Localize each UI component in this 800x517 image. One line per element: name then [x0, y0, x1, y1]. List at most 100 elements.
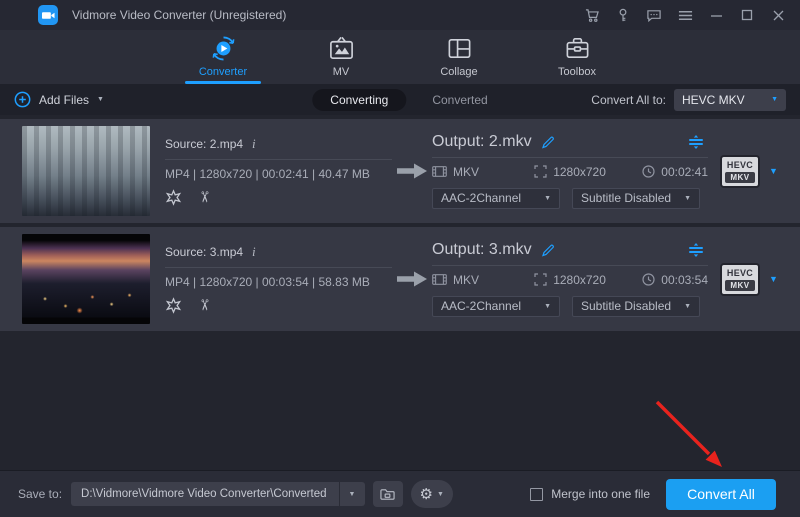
convert-direction-arrow-icon: [392, 162, 432, 180]
merge-checkbox[interactable]: [530, 487, 544, 501]
settings-caret-icon: ▼: [436, 490, 444, 498]
output-settings-icon[interactable]: [688, 134, 704, 149]
info-icon[interactable]: i: [252, 244, 256, 260]
convert-all-to-caret-icon: ▼: [771, 96, 778, 103]
duration-icon: [642, 165, 655, 178]
convert-all-to-select[interactable]: HEVC MKV ▼: [674, 88, 786, 111]
audio-caret-icon: ▼: [544, 302, 551, 310]
maximize-button[interactable]: [735, 4, 759, 26]
footer-bar: Save to: D:\Vidmore\Vidmore Video Conver…: [0, 470, 800, 517]
minimize-button[interactable]: [704, 4, 728, 26]
resolution-icon: [534, 273, 547, 286]
rename-icon[interactable]: [541, 135, 555, 149]
app-logo-icon: [38, 5, 58, 25]
convert-all-to-value: HEVC MKV: [682, 92, 745, 107]
resolution-icon: [534, 165, 547, 178]
add-files-label: Add Files: [39, 92, 90, 107]
cut-icon[interactable]: ✂: [195, 191, 213, 204]
divider: [165, 267, 392, 268]
output-resolution-1: 1280x720: [553, 164, 606, 179]
convert-all-to-label: Convert All to:: [591, 92, 666, 107]
cut-icon[interactable]: ✂: [195, 299, 213, 312]
tab-toolbox-label: Toolbox: [558, 66, 596, 78]
save-path-value: D:\Vidmore\Vidmore Video Converter\Conve…: [81, 488, 327, 500]
toolbar: Add Files ▼ Converting Converted Convert…: [0, 84, 800, 115]
collage-icon: [446, 35, 473, 62]
divider: [432, 264, 708, 266]
close-button[interactable]: [766, 4, 790, 26]
open-folder-button[interactable]: [372, 481, 403, 507]
feature-nav: Converter MV Collage Toolbox: [0, 30, 800, 84]
format-icon: [432, 166, 447, 177]
output-section-1: Output: 2.mkv MKV 1280x720 00:02:41 AAC-…: [432, 132, 708, 209]
file-row-1[interactable]: Source: 2.mp4 i MP4 | 1280x720 | 00:02:4…: [0, 119, 800, 223]
profile-caret-icon[interactable]: ▼: [769, 274, 778, 284]
tab-mv[interactable]: MV: [309, 35, 373, 84]
output-duration-1: 00:02:41: [661, 164, 708, 179]
output-filename-2: Output: 3.mkv: [432, 240, 532, 258]
divider: [432, 156, 708, 158]
tab-converter[interactable]: Converter: [185, 35, 261, 84]
tab-mv-label: MV: [332, 66, 350, 78]
tab-collage-label: Collage: [440, 66, 478, 78]
converted-tab[interactable]: Converted: [432, 93, 487, 107]
output-settings-icon[interactable]: [688, 242, 704, 257]
output-section-2: Output: 3.mkv MKV 1280x720 00:03:54 AAC-…: [432, 240, 708, 317]
merge-option[interactable]: Merge into one file: [530, 487, 650, 501]
subtitle-caret-icon: ▼: [684, 302, 691, 310]
edit-effects-icon[interactable]: [165, 188, 182, 206]
add-files-caret-icon[interactable]: ▼: [97, 96, 104, 103]
tab-converter-label: Converter: [198, 66, 248, 78]
window-title: Vidmore Video Converter (Unregistered): [72, 8, 287, 22]
merge-label: Merge into one file: [551, 487, 650, 501]
settings-button[interactable]: ⚙ ▼: [410, 480, 453, 508]
add-files-plus-icon: [14, 91, 31, 108]
subtitle-select-2[interactable]: Subtitle Disabled ▼: [572, 295, 700, 317]
save-path-select[interactable]: D:\Vidmore\Vidmore Video Converter\Conve…: [71, 482, 365, 506]
video-thumbnail-2: [22, 234, 150, 324]
file-row-2[interactable]: Source: 3.mp4 i MP4 | 1280x720 | 00:03:5…: [0, 227, 800, 331]
converting-tab[interactable]: Converting: [312, 88, 407, 111]
info-icon[interactable]: i: [252, 136, 256, 152]
output-filename-1: Output: 2.mkv: [432, 132, 532, 150]
gear-icon: ⚙: [419, 484, 433, 503]
output-resolution-2: 1280x720: [553, 272, 606, 287]
tab-toolbox[interactable]: Toolbox: [545, 35, 609, 84]
source-filename-1: Source: 2.mp4: [165, 137, 244, 151]
add-files-button[interactable]: Add Files ▼: [14, 91, 104, 108]
save-to-label: Save to:: [18, 487, 63, 501]
output-profile-badge-1[interactable]: HEVC MKV: [720, 154, 760, 188]
save-path-caret-icon[interactable]: ▼: [338, 482, 365, 506]
converter-icon: [210, 35, 237, 62]
audio-track-select-1[interactable]: AAC-2Channel ▼: [432, 187, 560, 209]
output-format-1: MKV: [453, 164, 480, 179]
source-section-1: Source: 2.mp4 i MP4 | 1280x720 | 00:02:4…: [150, 136, 392, 206]
subtitle-select-1[interactable]: Subtitle Disabled ▼: [572, 187, 700, 209]
rename-icon[interactable]: [541, 243, 555, 257]
menu-icon[interactable]: [673, 4, 697, 26]
audio-caret-icon: ▼: [544, 194, 551, 202]
duration-icon: [642, 273, 655, 286]
titlebar: Vidmore Video Converter (Unregistered): [0, 0, 800, 30]
source-media-info-1: MP4 | 1280x720 | 00:02:41 | 40.47 MB: [165, 167, 370, 181]
register-key-icon[interactable]: [611, 4, 635, 26]
audio-track-select-2[interactable]: AAC-2Channel ▼: [432, 295, 560, 317]
output-format-2: MKV: [453, 272, 480, 287]
output-duration-2: 00:03:54: [661, 272, 708, 287]
feedback-icon[interactable]: [642, 4, 666, 26]
convert-all-button[interactable]: Convert All: [666, 478, 776, 510]
toolbox-icon: [564, 35, 591, 62]
divider: [165, 159, 392, 160]
source-section-2: Source: 3.mp4 i MP4 | 1280x720 | 00:03:5…: [150, 244, 392, 314]
output-profile-badge-2[interactable]: HEVC MKV: [720, 262, 760, 296]
format-icon: [432, 274, 447, 285]
edit-effects-icon[interactable]: [165, 296, 182, 314]
file-list: Source: 2.mp4 i MP4 | 1280x720 | 00:02:4…: [0, 115, 800, 331]
profile-caret-icon[interactable]: ▼: [769, 166, 778, 176]
cart-icon[interactable]: [580, 4, 604, 26]
tab-collage[interactable]: Collage: [427, 35, 491, 84]
mv-icon: [328, 35, 355, 62]
app-window: Vidmore Video Converter (Unregistered) C…: [0, 0, 800, 517]
source-filename-2: Source: 3.mp4: [165, 245, 244, 259]
video-thumbnail-1: [22, 126, 150, 216]
